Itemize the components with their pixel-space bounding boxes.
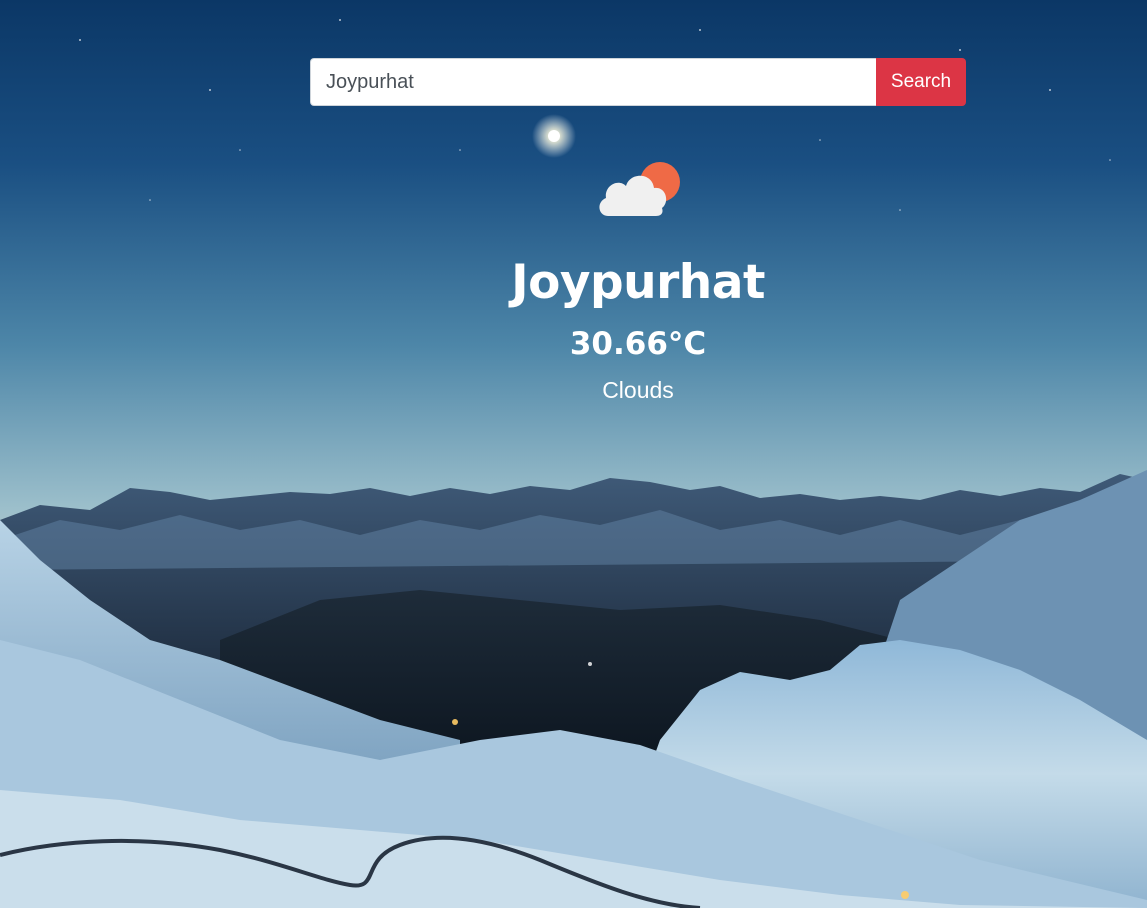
temperature-value: 30.66°C xyxy=(569,326,707,362)
city-name: Joypurhat xyxy=(511,255,765,310)
partly-cloudy-sun-icon xyxy=(599,162,680,216)
mountain-background-image xyxy=(0,0,1147,908)
search-bar: Search xyxy=(310,58,966,106)
search-input[interactable] xyxy=(310,58,876,106)
search-button[interactable]: Search xyxy=(876,58,966,106)
weather-condition: Clouds xyxy=(602,377,674,403)
